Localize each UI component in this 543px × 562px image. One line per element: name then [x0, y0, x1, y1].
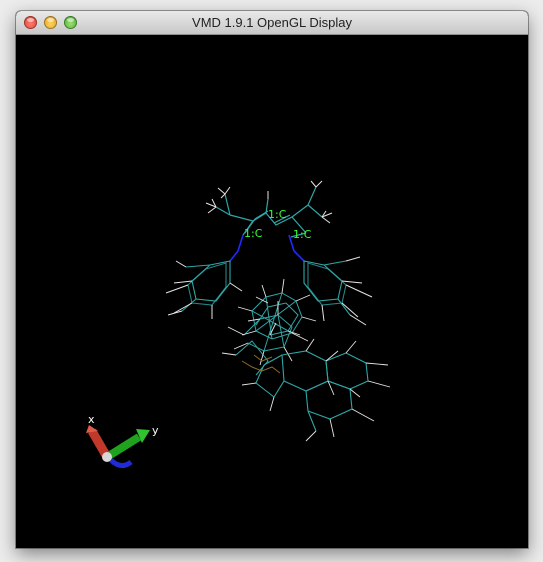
axes-origin	[102, 452, 112, 462]
y-axis-label: y	[152, 424, 159, 437]
vmd-display-window: VMD 1.9.1 OpenGL Display 1:C 1:C 1:C x y	[16, 11, 528, 548]
atom-label: 1:C	[268, 208, 287, 221]
viewport-background	[16, 35, 528, 548]
x-axis-label: x	[88, 413, 95, 426]
opengl-viewport[interactable]: 1:C 1:C 1:C x y	[16, 35, 528, 548]
atom-label: 1:C	[293, 228, 312, 241]
window-title: VMD 1.9.1 OpenGL Display	[192, 15, 352, 30]
atom-label: 1:C	[244, 227, 263, 240]
title-bar[interactable]: VMD 1.9.1 OpenGL Display	[16, 11, 528, 35]
molecule-render: 1:C 1:C 1:C x y	[16, 35, 528, 548]
